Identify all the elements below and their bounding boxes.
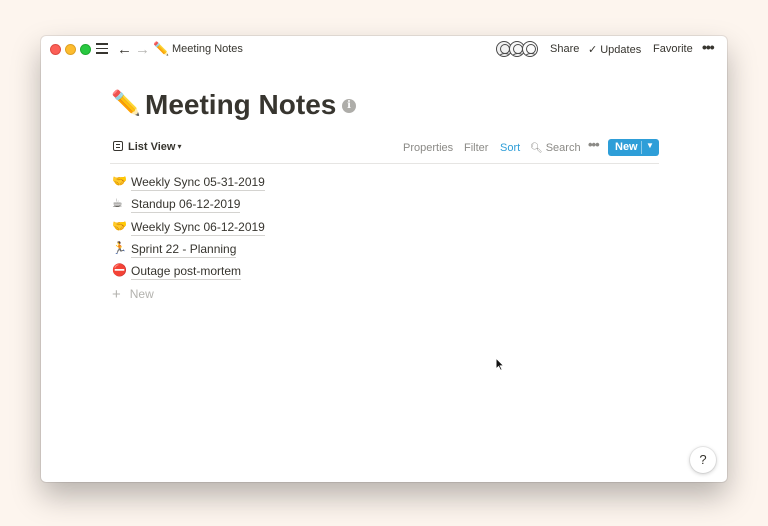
avatar[interactable] — [522, 41, 538, 57]
favorite-button[interactable]: Favorite — [653, 43, 693, 55]
minimize-window-button[interactable] — [65, 44, 76, 55]
more-options-icon[interactable]: ••• — [702, 39, 715, 55]
help-button[interactable]: ? — [690, 447, 716, 473]
back-arrow-icon[interactable]: ← — [117, 41, 132, 58]
app-window: ← → ✏️ Meeting Notes Share ✓ Updates Favo… — [41, 36, 727, 482]
title-bar: ← → ✏️ Meeting Notes Share ✓ Updates Favo… — [41, 36, 727, 63]
close-window-button[interactable] — [50, 44, 61, 55]
maximize-window-button[interactable] — [80, 44, 91, 55]
no-entry-icon: ⛔ — [112, 263, 127, 278]
list-item[interactable]: 🤝 Weekly Sync 05-31-2019 — [110, 173, 659, 195]
pencil-icon: ✏️ — [153, 41, 170, 56]
list-view-icon — [113, 141, 123, 151]
list-item[interactable]: ⛔ Outage post-mortem — [110, 262, 659, 284]
coffee-icon: ☕ — [112, 196, 123, 211]
list-item[interactable]: 🏃 Sprint 22 - Planning — [110, 240, 659, 262]
runner-icon: 🏃 — [112, 240, 127, 255]
search-icon: 🔍︎ — [530, 143, 543, 154]
check-icon: ✓ — [588, 44, 598, 56]
list-item-title[interactable]: Weekly Sync 05-31-2019 — [131, 175, 265, 191]
add-new-item-button[interactable]: + New — [112, 286, 154, 303]
updates-label: Updates — [600, 44, 642, 56]
share-button[interactable]: Share — [550, 43, 579, 55]
updates-button[interactable]: ✓ Updates — [588, 43, 641, 56]
handshake-icon: 🤝 — [112, 218, 127, 233]
list-item-title[interactable]: Outage post-mortem — [131, 264, 242, 281]
view-switcher[interactable]: List View ▾ — [113, 141, 182, 153]
search-label: Search — [545, 142, 581, 154]
properties-button[interactable]: Properties — [403, 142, 453, 154]
list-item-title[interactable]: Standup 06-12-2019 — [131, 197, 241, 214]
chevron-down-icon: ▾ — [177, 142, 182, 151]
page-title[interactable]: Meeting Notes — [145, 88, 336, 122]
divider — [641, 141, 642, 154]
new-button-label: New — [615, 141, 638, 153]
filter-button[interactable]: Filter — [464, 142, 488, 154]
breadcrumb-title[interactable]: Meeting Notes — [172, 43, 243, 55]
list-item-title[interactable]: Weekly Sync 06-12-2019 — [131, 220, 265, 236]
chevron-down-icon[interactable]: ▼ — [646, 141, 654, 150]
view-label: List View — [128, 141, 176, 153]
forward-arrow-icon[interactable]: → — [135, 41, 150, 58]
toolbar-more-icon[interactable]: ••• — [588, 137, 600, 152]
page-list: 🤝 Weekly Sync 05-31-2019 ☕ Standup 06-12… — [110, 173, 659, 284]
page-icon[interactable]: ✏️ — [111, 90, 141, 118]
list-item-title[interactable]: Sprint 22 - Planning — [131, 242, 237, 258]
sort-button[interactable]: Sort — [500, 142, 520, 154]
database-toolbar: List View ▾ Properties Filter Sort 🔍︎ Sear… — [110, 137, 659, 164]
search-button[interactable]: 🔍︎ Search — [530, 142, 581, 154]
new-button[interactable]: New ▼ — [608, 139, 659, 156]
info-icon[interactable]: i — [342, 99, 356, 113]
sidebar-toggle-icon[interactable] — [96, 43, 108, 54]
handshake-icon: 🤝 — [112, 174, 127, 188]
add-new-label: New — [129, 287, 154, 301]
list-item[interactable]: 🤝 Weekly Sync 06-12-2019 — [110, 218, 659, 240]
list-item[interactable]: ☕ Standup 06-12-2019 — [110, 195, 659, 217]
plus-icon: + — [112, 286, 121, 303]
